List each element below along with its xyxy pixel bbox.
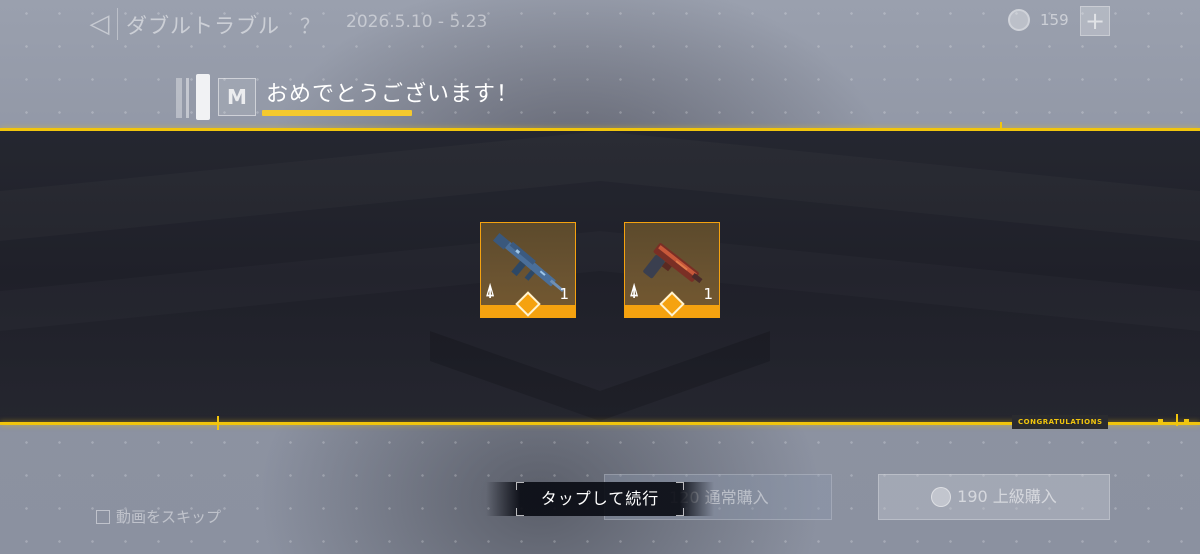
compass-icon: ⍋: [629, 281, 640, 301]
decorative-progress-line: [262, 110, 412, 116]
accent-square: [1184, 419, 1189, 424]
accent-tick: [1176, 414, 1178, 426]
skip-video-toggle[interactable]: 動画をスキップ: [96, 506, 221, 527]
add-currency-button[interactable]: +: [1080, 6, 1110, 36]
event-date: 2026.5.10 - 5.23: [346, 12, 488, 32]
cod-points-icon: [1008, 9, 1030, 31]
corner-decor: [516, 482, 524, 490]
checkbox-icon: [96, 509, 110, 524]
top-bar: ◁ ダブルトラブル ？ 2026.5.10 - 5.23 159 +: [0, 0, 1200, 48]
accent-square: [1158, 419, 1163, 424]
accent-tick: [217, 416, 219, 430]
congratulations-banner-label: CONGRATULATIONS: [1012, 415, 1109, 429]
help-icon[interactable]: ？: [300, 10, 320, 39]
back-button[interactable]: ◁: [82, 8, 118, 40]
cod-points-icon: [931, 487, 952, 507]
corner-decor: [676, 482, 684, 490]
congrats-header: M おめでとうございます！: [166, 72, 546, 124]
corner-decor: [676, 508, 684, 516]
tap-to-continue-label: タップして続行: [540, 489, 660, 508]
congrats-title: おめでとうございます！: [266, 82, 520, 107]
reward-quantity: 1: [559, 285, 569, 303]
corner-decor: [516, 508, 524, 516]
reward-item[interactable]: ⍋ 1: [624, 222, 720, 318]
reward-item[interactable]: ⍋ 1: [480, 222, 576, 318]
currency-amount: 159: [1040, 11, 1069, 29]
compass-icon: ⍋: [485, 281, 496, 301]
skip-video-label: 動画をスキップ: [116, 508, 222, 526]
reward-panel: [0, 131, 1200, 423]
decorative-bar: [186, 78, 189, 118]
back-arrow-icon: ◁: [89, 9, 110, 39]
reward-quantity: 1: [703, 285, 713, 303]
decorative-bar: [176, 78, 182, 118]
tap-to-continue-button[interactable]: タップして続行: [486, 482, 714, 516]
decorative-bar: [196, 74, 210, 120]
premium-purchase-button[interactable]: 190 上級購入: [878, 474, 1110, 520]
premium-purchase-label: 190 上級購入: [957, 487, 1057, 506]
panel-chevron-decor: [430, 331, 770, 421]
game-logo-icon: M: [218, 78, 256, 116]
event-title: ダブルトラブル: [126, 14, 280, 38]
